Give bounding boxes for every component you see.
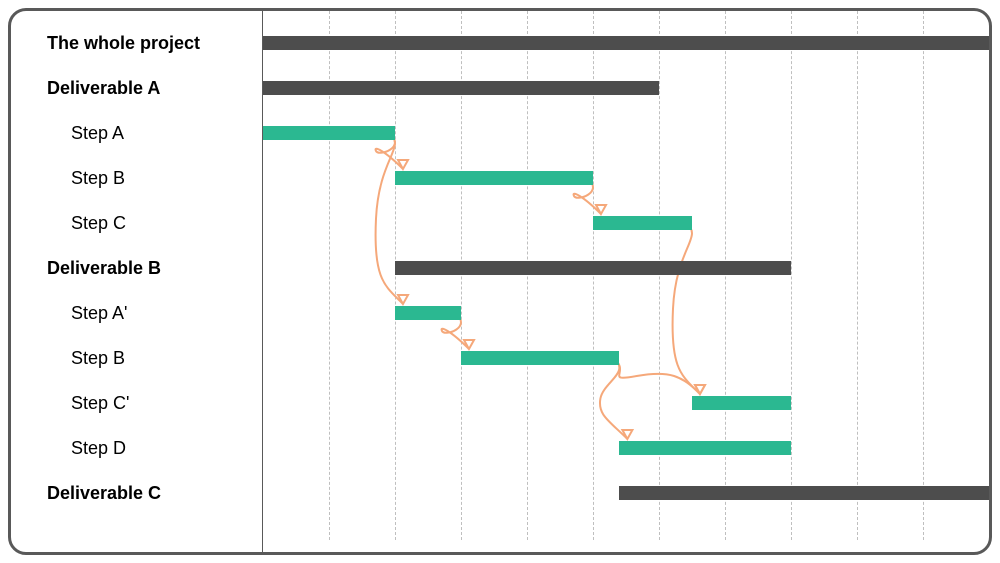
row-label-column: The whole project Deliverable A Step A Step…: [11, 11, 263, 552]
task-bar: [461, 351, 619, 365]
arrowhead-icon: [398, 160, 408, 169]
task-row-label: Step C: [71, 214, 126, 232]
arrowhead-icon: [695, 385, 705, 394]
summary-row-label: Deliverable A: [47, 79, 160, 97]
dependency-arrow: [673, 223, 700, 394]
summary-bar: [263, 81, 659, 95]
arrowhead-icon: [622, 430, 632, 439]
task-row-label: Step B: [71, 349, 125, 367]
dependency-arrow: [613, 358, 700, 394]
summary-bar: [395, 261, 791, 275]
summary-bar: [619, 486, 989, 500]
task-row-label: Step A: [71, 124, 124, 142]
grid-line: [725, 11, 726, 540]
grid-line: [857, 11, 858, 540]
task-bar: [395, 171, 593, 185]
task-bar: [263, 126, 395, 140]
dependency-arrow: [600, 358, 627, 439]
chart-frame: The whole project Deliverable A Step A Step…: [8, 8, 992, 555]
grid-line: [923, 11, 924, 540]
grid-line: [791, 11, 792, 540]
gantt-chart-area: [263, 11, 989, 552]
task-bar: [619, 441, 791, 455]
summary-row-label: Deliverable B: [47, 259, 161, 277]
task-row-label: Step D: [71, 439, 126, 457]
summary-row-label: Deliverable C: [47, 484, 161, 502]
task-bar: [395, 306, 461, 320]
summary-row-label: The whole project: [47, 34, 200, 52]
task-row-label: Step B: [71, 169, 125, 187]
dependency-arrow: [376, 133, 403, 304]
summary-bar: [263, 36, 989, 50]
arrowhead-icon: [398, 295, 408, 304]
task-row-label: Step A': [71, 304, 127, 322]
grid-line: [659, 11, 660, 540]
arrowhead-icon: [464, 340, 474, 349]
arrowhead-icon: [596, 205, 606, 214]
task-bar: [692, 396, 791, 410]
task-bar: [593, 216, 692, 230]
task-row-label: Step C': [71, 394, 129, 412]
arrowhead-icon: [695, 385, 705, 394]
